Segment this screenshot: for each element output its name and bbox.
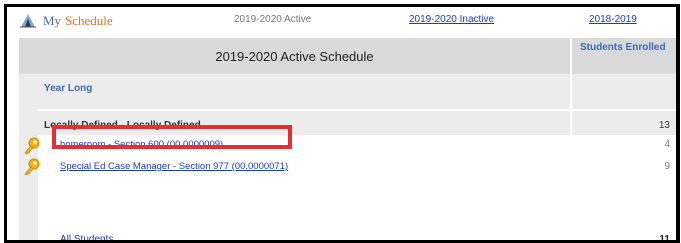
app-title-main: Schedule <box>65 13 113 28</box>
all-students-row-count: 11 <box>572 178 676 240</box>
schedule-window: My Schedule 2019-2020 Active 2019-2020 I… <box>4 4 680 243</box>
students-enrolled-header: Students Enrolled <box>580 42 666 53</box>
top-bar: My Schedule 2019-2020 Active 2019-2020 I… <box>7 7 676 34</box>
schedule-title-header: 2019-2020 Active Schedule <box>19 38 570 74</box>
count-column-header: Students Enrolled <box>572 38 676 74</box>
tab-2019-2020-inactive[interactable]: 2019-2020 Inactive <box>409 14 494 25</box>
term-label: Year Long <box>44 83 93 94</box>
term-row: Year Long <box>38 74 570 109</box>
group-row-count: 13 <box>572 111 676 135</box>
left-rail <box>19 74 38 240</box>
table-row-count: 4 <box>572 135 676 156</box>
section-count: 9 <box>664 161 670 172</box>
tab-2018-2019[interactable]: 2018-2019 <box>589 14 637 25</box>
highlight-box <box>52 125 292 149</box>
table-row-count: 9 <box>572 157 676 178</box>
all-students-link[interactable]: All Students <box>60 234 113 240</box>
app-logo-icon <box>20 14 36 28</box>
term-row-count <box>572 74 676 109</box>
table-row: Special Ed Case Manager - Section 977 (0… <box>38 157 570 178</box>
all-students-row: All Students <box>38 178 570 240</box>
section-link-special-ed[interactable]: Special Ed Case Manager - Section 977 (0… <box>60 161 288 172</box>
all-students-count: 11 <box>659 234 670 243</box>
key-icon[interactable] <box>23 137 41 155</box>
section-count: 4 <box>664 139 670 150</box>
group-count: 13 <box>658 120 670 131</box>
app-title-prefix: My <box>43 13 62 28</box>
key-icon[interactable] <box>23 158 41 176</box>
schedule-title: 2019-2020 Active Schedule <box>215 49 374 64</box>
tab-2019-2020-active[interactable]: 2019-2020 Active <box>234 14 311 25</box>
